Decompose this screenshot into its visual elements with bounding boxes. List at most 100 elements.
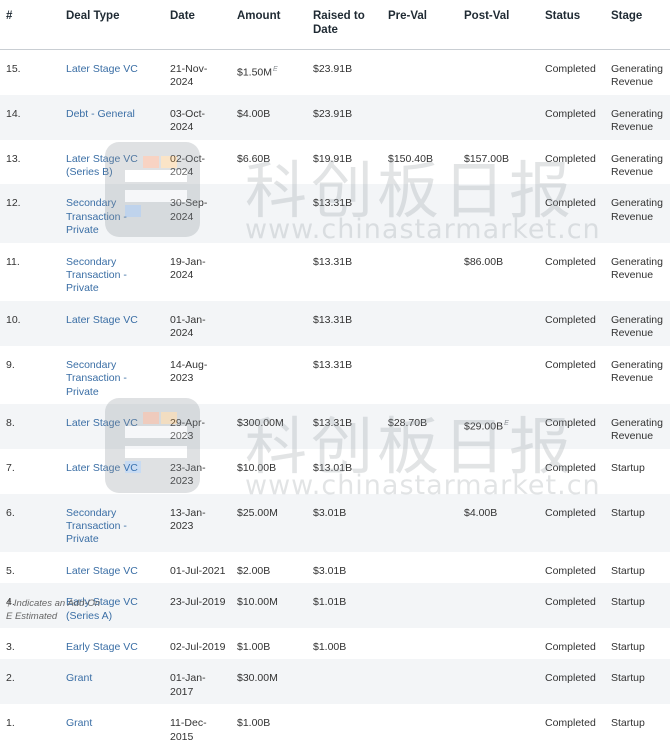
col-header-amount[interactable]: Amount xyxy=(231,0,307,50)
cell-raised-to-date: $13.31B xyxy=(307,346,382,404)
cell-status: Completed xyxy=(539,583,605,628)
cell-raised-to-date: $1.01B xyxy=(307,583,382,628)
col-header-pre-val[interactable]: Pre-Val xyxy=(382,0,458,50)
cell-date: 21-Nov-2024 xyxy=(164,50,231,95)
table-row[interactable]: 9.Secondary Transaction - Private14-Aug-… xyxy=(0,346,670,404)
cell-status: Completed xyxy=(539,659,605,704)
cell-number: 5. xyxy=(0,552,60,583)
cell-post-val: $29.00BE xyxy=(458,404,539,449)
cell-number: 15. xyxy=(0,50,60,95)
cell-number: 12. xyxy=(0,184,60,242)
cell-status: Completed xyxy=(539,301,605,346)
cell-number: 6. xyxy=(0,494,60,552)
cell-deal-type: Later Stage VC xyxy=(60,50,164,95)
deal-type-link[interactable]: Later Stage VC xyxy=(66,63,138,75)
cell-date: 23-Jul-2019 xyxy=(164,583,231,628)
cell-pre-val xyxy=(382,659,458,704)
deal-type-link[interactable]: Grant xyxy=(66,717,92,729)
cell-stage: Startup xyxy=(605,704,670,749)
cell-amount: $30.00M xyxy=(231,659,307,704)
cell-raised-to-date: $13.31B xyxy=(307,243,382,301)
cell-amount: $6.60B xyxy=(231,140,307,185)
cell-post-val xyxy=(458,346,539,404)
cell-status: Completed xyxy=(539,50,605,95)
table-row[interactable]: 10.Later Stage VC01-Jan-2024$13.31BCompl… xyxy=(0,301,670,346)
table-row[interactable]: 3.Early Stage VC02-Jul-2019$1.00B$1.00BC… xyxy=(0,628,670,659)
cell-deal-type: Later Stage VC xyxy=(60,449,164,494)
amount-value: $4.00B xyxy=(237,108,270,120)
cell-pre-val xyxy=(382,243,458,301)
cell-deal-type: Later Stage VC (Series B) xyxy=(60,140,164,185)
cell-deal-type: Debt - General xyxy=(60,95,164,140)
cell-amount xyxy=(231,184,307,242)
deal-type-link[interactable]: Later Stage VC xyxy=(66,314,138,326)
cell-raised-to-date: $23.91B xyxy=(307,50,382,95)
cell-stage: Startup xyxy=(605,449,670,494)
deal-type-link[interactable]: Secondary Transaction - Private xyxy=(66,256,127,295)
deal-type-link[interactable]: Secondary Transaction - Private xyxy=(66,507,127,546)
col-header-raised-to-date[interactable]: Raised to Date xyxy=(307,0,382,50)
cell-amount: $1.00B xyxy=(231,704,307,749)
deal-type-link[interactable]: Grant xyxy=(66,672,92,684)
table-row[interactable]: 7.Later Stage VC23-Jan-2023$10.00B$13.01… xyxy=(0,449,670,494)
col-header-status[interactable]: Status xyxy=(539,0,605,50)
cell-stage: Generating Revenue xyxy=(605,404,670,449)
deal-type-link[interactable]: Later Stage VC xyxy=(66,417,138,429)
table-row[interactable]: 11.Secondary Transaction - Private19-Jan… xyxy=(0,243,670,301)
table-row[interactable]: 14.Debt - General03-Oct-2024$4.00B$23.91… xyxy=(0,95,670,140)
cell-number: 10. xyxy=(0,301,60,346)
cell-raised-to-date: $1.00B xyxy=(307,628,382,659)
cell-post-val xyxy=(458,704,539,749)
cell-raised-to-date: $13.31B xyxy=(307,184,382,242)
table-row[interactable]: 2.Grant01-Jan-2017$30.00MCompletedStartu… xyxy=(0,659,670,704)
post-val-value: $4.00B xyxy=(464,507,497,519)
cell-stage: Startup xyxy=(605,552,670,583)
cell-stage: Generating Revenue xyxy=(605,346,670,404)
cell-amount: $1.50ME xyxy=(231,50,307,95)
cell-status: Completed xyxy=(539,552,605,583)
cell-raised-to-date: $23.91B xyxy=(307,95,382,140)
cell-post-val xyxy=(458,449,539,494)
cell-status: Completed xyxy=(539,184,605,242)
amount-value: $1.00B xyxy=(237,641,270,653)
cell-stage: Generating Revenue xyxy=(605,140,670,185)
col-header-date[interactable]: Date xyxy=(164,0,231,50)
cell-raised-to-date: $3.01B xyxy=(307,494,382,552)
deal-type-link[interactable]: Early Stage VC xyxy=(66,641,138,653)
deal-type-link[interactable]: Debt - General xyxy=(66,108,135,120)
table-row[interactable]: 4.Early Stage VC (Series A)23-Jul-2019$1… xyxy=(0,583,670,628)
deal-type-link[interactable]: Later Stage VC xyxy=(66,565,138,577)
table-row[interactable]: 13.Later Stage VC (Series B)02-Oct-2024$… xyxy=(0,140,670,185)
cell-deal-type: Grant xyxy=(60,704,164,749)
deal-type-link[interactable]: Secondary Transaction - Private xyxy=(66,359,127,398)
cell-stage: Generating Revenue xyxy=(605,50,670,95)
cell-amount: $25.00M xyxy=(231,494,307,552)
col-header-deal-type[interactable]: Deal Type xyxy=(60,0,164,50)
table-row[interactable]: 8.Later Stage VC29-Apr-2023$300.00M$13.3… xyxy=(0,404,670,449)
deal-type-link[interactable]: Later Stage VC (Series B) xyxy=(66,153,138,178)
table-row[interactable]: 15. Later Stage VC 21-Nov-2024$1.50ME$23.9… xyxy=(0,50,670,95)
table-row[interactable]: 1.Grant11-Dec-2015$1.00BCompletedStartup xyxy=(0,704,670,749)
col-header-number[interactable]: # xyxy=(0,0,60,50)
col-header-stage[interactable]: Stage xyxy=(605,0,670,50)
deal-type-link[interactable]: Secondary Transaction - Private xyxy=(66,197,127,236)
amount-value: $300.00M xyxy=(237,417,284,429)
cell-post-val xyxy=(458,552,539,583)
cell-date: 30-Sep-2024 xyxy=(164,184,231,242)
cell-stage: Startup xyxy=(605,583,670,628)
cell-status: Completed xyxy=(539,628,605,659)
cell-date: 14-Aug-2023 xyxy=(164,346,231,404)
cell-deal-type: Secondary Transaction - Private xyxy=(60,494,164,552)
col-header-post-val[interactable]: Post-Val xyxy=(458,0,539,50)
cell-pre-val xyxy=(382,494,458,552)
table-row[interactable]: 5.Later Stage VC01-Jul-2021$2.00B$3.01BC… xyxy=(0,552,670,583)
deal-type-link[interactable]: Later Stage VC xyxy=(66,462,138,474)
cell-stage: Generating Revenue xyxy=(605,95,670,140)
cell-pre-val xyxy=(382,346,458,404)
cell-amount xyxy=(231,301,307,346)
cell-amount: $300.00M xyxy=(231,404,307,449)
table-row[interactable]: 6.Secondary Transaction - Private13-Jan-… xyxy=(0,494,670,552)
cell-amount: $10.00B xyxy=(231,449,307,494)
cell-raised-to-date: $13.31B xyxy=(307,301,382,346)
table-row[interactable]: 12.Secondary Transaction - Private 30-Sep… xyxy=(0,184,670,242)
